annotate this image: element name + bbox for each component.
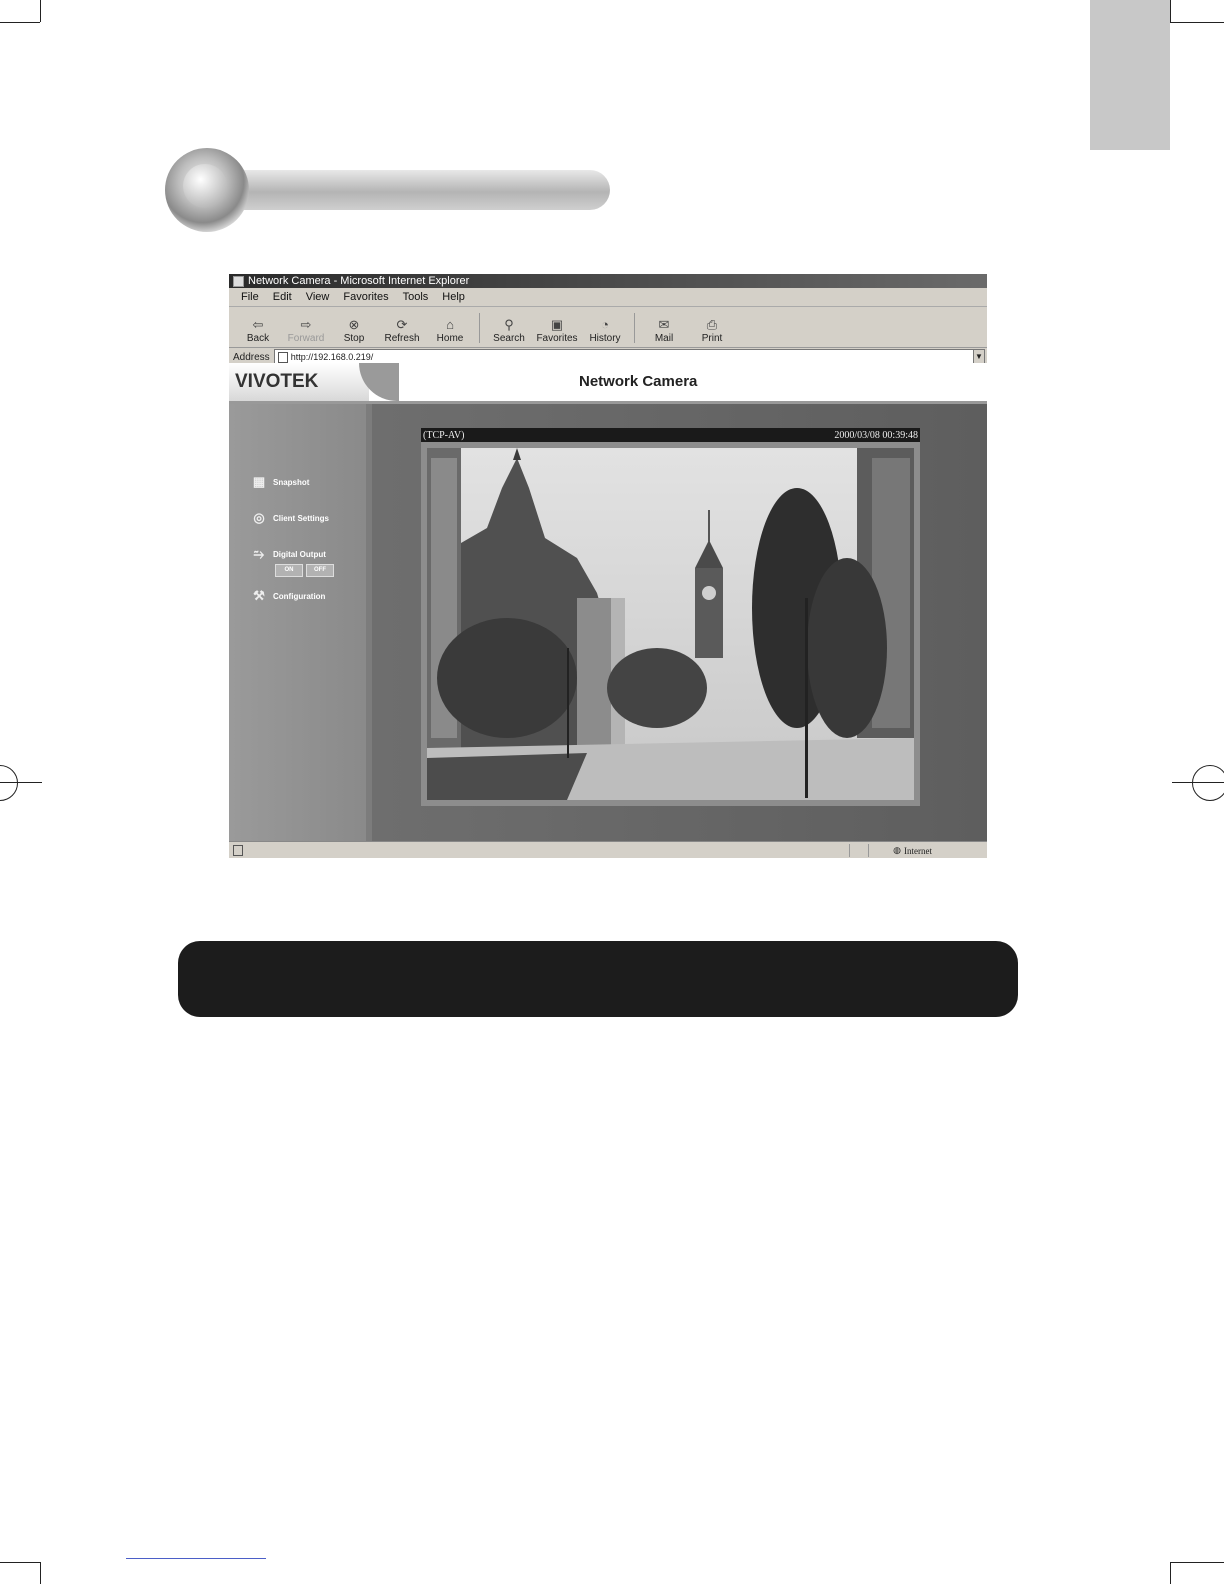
sidebar: [229, 404, 366, 841]
menu-view[interactable]: View: [306, 291, 330, 303]
digital-output-on-button[interactable]: ON: [275, 564, 303, 577]
sidebar-item-snapshot[interactable]: ▦ Snapshot: [251, 474, 310, 489]
page-content: VIVOTEK Network Camera ▦ Snapshot ◎ Clie…: [229, 363, 987, 841]
footer-line: [126, 1558, 266, 1559]
digital-output-off-button[interactable]: OFF: [306, 564, 334, 577]
crop-mark-tl-h: [0, 22, 40, 23]
menu-bar: File Edit View Favorites Tools Help: [229, 288, 987, 307]
video-timestamp: 2000/03/08 00:39:48: [834, 429, 918, 441]
back-button[interactable]: ⇦ Back: [235, 318, 281, 347]
digital-output-label: Digital Output: [273, 549, 326, 559]
crop-mark-bl-h: [0, 1562, 40, 1563]
forward-arrow-icon: ⇨: [300, 317, 312, 332]
snapshot-label: Snapshot: [273, 477, 310, 487]
history-button[interactable]: ◔ History: [582, 318, 628, 347]
forward-label: Forward: [287, 333, 325, 344]
sidebar-item-configuration[interactable]: ⚒ Configuration: [251, 589, 325, 603]
configuration-label: Configuration: [273, 591, 326, 601]
favorites-button[interactable]: ▣ Favorites: [534, 318, 580, 347]
home-button[interactable]: ⌂ Home: [427, 318, 473, 347]
mail-label: Mail: [654, 333, 674, 344]
search-label: Search: [493, 333, 525, 344]
search-button[interactable]: ⚲ Search: [486, 318, 532, 347]
toolbar-separator: [479, 313, 480, 343]
vivotek-logo: VIVOTEK: [235, 371, 319, 392]
switch-icon: ⥲: [253, 546, 265, 561]
crop-mark-tr-v: [1170, 0, 1171, 22]
mail-button[interactable]: ✉ Mail: [641, 318, 687, 347]
city-square-image: [427, 448, 914, 800]
caption-banner: [178, 941, 1018, 1017]
stop-icon: ⊗: [348, 317, 360, 332]
title-bar: Network Camera - Microsoft Internet Expl…: [229, 274, 987, 288]
menu-edit[interactable]: Edit: [273, 291, 292, 303]
stream-mode: (TCP-AV): [423, 429, 465, 441]
page-title: Network Camera: [579, 373, 698, 390]
camera-video-image: [427, 448, 914, 800]
mail-icon: ✉: [658, 317, 670, 332]
toolbar-separator: [634, 313, 635, 343]
tools-icon: ⚒: [253, 588, 265, 603]
home-label: Home: [436, 333, 464, 344]
address-dropdown-icon[interactable]: ▼: [973, 350, 984, 364]
browser-window: Network Camera - Microsoft Internet Expl…: [229, 274, 987, 858]
section-tab: [1090, 0, 1170, 150]
menu-tools[interactable]: Tools: [403, 291, 429, 303]
globe-icon: ◍: [893, 845, 902, 855]
refresh-label: Refresh: [384, 333, 420, 344]
registration-mark-left: [0, 765, 18, 801]
menu-help[interactable]: Help: [442, 291, 465, 303]
print-label: Print: [701, 333, 723, 344]
favorites-icon: ▣: [550, 317, 564, 332]
favorites-label: Favorites: [536, 333, 578, 344]
address-value: http://192.168.0.219/: [290, 352, 374, 362]
crop-mark-bl-v: [40, 1562, 41, 1584]
header-disc: [165, 148, 249, 232]
status-segment: [868, 844, 887, 857]
registration-mark-right: [1192, 765, 1224, 801]
search-icon: ⚲: [504, 317, 514, 332]
status-segment: [849, 844, 868, 857]
camera-icon: ▦: [252, 474, 266, 489]
crop-mark-tl-v: [40, 0, 41, 22]
toolbar: ⇦ Back ⇨ Forward ⊗ Stop ⟳ Refresh ⌂ Home ⚲ Sea…: [229, 307, 987, 348]
header-bar: [205, 170, 610, 210]
menu-favorites[interactable]: Favorites: [343, 291, 388, 303]
sidebar-item-client-settings[interactable]: ◎ Client Settings: [251, 511, 329, 525]
refresh-button[interactable]: ⟳ Refresh: [379, 318, 425, 347]
forward-button[interactable]: ⇨ Forward: [283, 318, 329, 347]
crop-mark-br-v: [1170, 1562, 1171, 1584]
stop-label: Stop: [343, 333, 365, 344]
history-label: History: [589, 333, 621, 344]
status-zone: Internet: [904, 845, 932, 856]
page-icon: [277, 351, 288, 363]
sidebar-item-digital-output: ⥲ Digital Output: [251, 547, 326, 561]
menu-file[interactable]: File: [241, 291, 259, 303]
window-title: Network Camera - Microsoft Internet Expl…: [248, 275, 470, 287]
client-settings-label: Client Settings: [273, 513, 330, 523]
back-label: Back: [246, 333, 270, 344]
print-button[interactable]: ⎙ Print: [689, 318, 735, 347]
video-frame: (TCP-AV) 2000/03/08 00:39:48: [421, 428, 920, 806]
ie-icon: [233, 275, 244, 287]
refresh-icon: ⟳: [396, 317, 408, 332]
history-icon: ◔: [601, 317, 609, 332]
back-arrow-icon: ⇦: [252, 317, 264, 332]
stop-button[interactable]: ⊗ Stop: [331, 318, 377, 347]
crop-mark-tr-h: [1170, 22, 1224, 23]
status-bar: ◍ Internet: [229, 841, 987, 858]
logo-area: VIVOTEK: [229, 363, 369, 401]
address-label: Address: [233, 351, 270, 363]
registration-line-right: [1172, 782, 1224, 783]
settings-icon: ◎: [253, 510, 265, 525]
section-header-graphic: [165, 148, 615, 232]
video-info-bar: (TCP-AV) 2000/03/08 00:39:48: [421, 428, 920, 442]
print-icon: ⎙: [706, 317, 718, 332]
home-icon: ⌂: [446, 317, 454, 332]
page-header: VIVOTEK Network Camera: [229, 363, 987, 404]
registration-line-left: [0, 782, 42, 783]
status-page-icon: [233, 845, 243, 856]
crop-mark-br-h: [1170, 1562, 1224, 1563]
